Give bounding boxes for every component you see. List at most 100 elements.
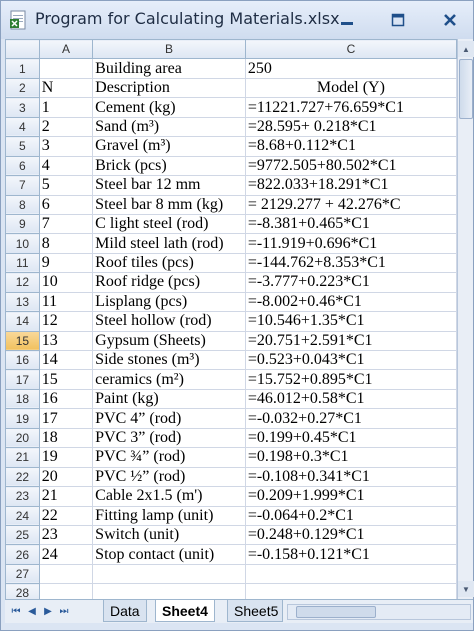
row-header[interactable]: 23 — [5, 486, 40, 507]
cell-a[interactable]: 4 — [38, 155, 94, 177]
cell-a[interactable]: 9 — [38, 252, 94, 274]
row-header[interactable]: 16 — [5, 349, 40, 371]
cell-a[interactable]: 24 — [38, 544, 94, 565]
row-header[interactable]: 6 — [5, 155, 40, 177]
cell-b[interactable]: Roof tiles (pcs) — [92, 252, 246, 274]
maximize-button[interactable] — [385, 11, 411, 29]
row-header[interactable]: 7 — [5, 175, 40, 196]
cell-a[interactable]: 20 — [38, 466, 94, 488]
cell-a[interactable]: 19 — [38, 447, 94, 468]
row-header[interactable]: 18 — [5, 388, 40, 410]
row-header[interactable]: 2 — [5, 77, 40, 99]
cell-a[interactable]: 14 — [38, 349, 94, 371]
cell-c[interactable] — [244, 563, 457, 585]
cell-b[interactable] — [92, 563, 246, 585]
row-header[interactable]: 12 — [5, 272, 40, 293]
cell-b[interactable]: Gravel (m³) — [92, 136, 246, 157]
minimize-button[interactable] — [334, 11, 360, 29]
column-header-c[interactable]: C — [244, 39, 457, 60]
row-header[interactable]: 3 — [5, 97, 40, 118]
cell-b[interactable]: Steel bar 12 mm — [92, 175, 246, 196]
cell-b[interactable]: Switch (unit) — [92, 524, 246, 546]
row-header[interactable]: 8 — [5, 194, 40, 215]
cell-b[interactable]: Mild steel lath (rod) — [92, 233, 246, 254]
cell-a[interactable] — [38, 583, 94, 599]
row-header[interactable]: 25 — [5, 524, 40, 546]
cell-b[interactable]: Paint (kg) — [92, 388, 246, 410]
cell-c[interactable]: =-8.381+0.465*C1 — [244, 213, 457, 235]
cell-a[interactable]: 21 — [38, 486, 94, 507]
cell-b[interactable]: C light steel (rod) — [92, 213, 246, 235]
cell-c[interactable]: Model (Y) — [244, 77, 457, 99]
row-header[interactable]: 21 — [5, 447, 40, 468]
row-header[interactable]: 28 — [5, 583, 40, 599]
vertical-scroll-thumb[interactable] — [459, 59, 473, 119]
cell-c[interactable]: =0.248+0.129*C1 — [244, 524, 457, 546]
row-header[interactable]: 20 — [5, 427, 40, 449]
cell-b[interactable]: Cable 2x1.5 (m') — [92, 486, 246, 507]
cell-b[interactable]: Gypsum (Sheets) — [92, 330, 246, 352]
row-header[interactable]: 11 — [5, 252, 40, 274]
spreadsheet-grid[interactable]: A B C 1 Building area 250 2 N Description Mode… — [5, 39, 457, 599]
cell-b[interactable]: Stop contact (unit) — [92, 544, 246, 565]
first-sheet-icon[interactable]: ⏮ — [9, 604, 23, 618]
tab-sheet5[interactable]: Sheet5 — [227, 600, 283, 622]
cell-c[interactable]: =0.523+0.043*C1 — [244, 349, 457, 371]
horizontal-scroll-thumb[interactable] — [296, 606, 376, 618]
column-header-a[interactable]: A — [38, 39, 94, 60]
cell-b[interactable]: Sand (m³) — [92, 116, 246, 138]
row-header[interactable]: 13 — [5, 291, 40, 313]
cell-c[interactable]: =0.199+0.45*C1 — [244, 427, 457, 449]
cell-a[interactable] — [38, 563, 94, 585]
cell-c[interactable]: =-0.158+0.121*C1 — [244, 544, 457, 565]
cell-c[interactable]: =-8.002+0.46*C1 — [244, 291, 457, 313]
cell-a[interactable] — [38, 58, 94, 79]
scroll-down-icon[interactable]: ▼ — [458, 581, 474, 597]
cell-a[interactable]: 6 — [38, 194, 94, 215]
cell-a[interactable]: 16 — [38, 388, 94, 410]
cell-b[interactable]: PVC 3” (rod) — [92, 427, 246, 449]
column-header-b[interactable]: B — [92, 39, 246, 60]
cell-b[interactable]: Steel bar 8 mm (kg) — [92, 194, 246, 215]
cell-b[interactable] — [92, 583, 246, 599]
cell-c[interactable]: =10.546+1.35*C1 — [244, 311, 457, 332]
cell-b[interactable]: Lisplang (pcs) — [92, 291, 246, 313]
cell-a[interactable]: 11 — [38, 291, 94, 313]
close-button[interactable] — [437, 11, 463, 29]
cell-c[interactable]: =-11.919+0.696*C1 — [244, 233, 457, 254]
cell-b[interactable]: Building area — [92, 58, 246, 79]
cell-c[interactable]: =46.012+0.58*C1 — [244, 388, 457, 410]
row-header[interactable]: 26 — [5, 544, 40, 565]
prev-sheet-icon[interactable]: ◀ — [25, 604, 39, 618]
row-header[interactable]: 14 — [5, 311, 40, 332]
cell-a[interactable]: 12 — [38, 311, 94, 332]
row-header[interactable]: 4 — [5, 116, 40, 138]
row-header[interactable]: 1 — [5, 58, 40, 79]
cell-c[interactable]: =822.033+18.291*C1 — [244, 175, 457, 196]
cell-c[interactable]: =20.751+2.591*C1 — [244, 330, 457, 352]
cell-a[interactable]: 7 — [38, 213, 94, 235]
cell-c[interactable]: =-0.064+0.2*C1 — [244, 505, 457, 526]
cell-a[interactable]: 23 — [38, 524, 94, 546]
cell-b[interactable]: PVC 4” (rod) — [92, 408, 246, 429]
row-header[interactable]: 27 — [5, 563, 40, 585]
cell-c[interactable]: = 2129.277 + 42.276*C — [244, 194, 457, 215]
cell-c[interactable]: =-0.108+0.341*C1 — [244, 466, 457, 488]
next-sheet-icon[interactable]: ▶ — [41, 604, 55, 618]
cell-a[interactable]: 18 — [38, 427, 94, 449]
cell-b[interactable]: Fitting lamp (unit) — [92, 505, 246, 526]
cell-a[interactable]: 1 — [38, 97, 94, 118]
cell-c[interactable]: =9772.505+80.502*C1 — [244, 155, 457, 177]
row-header[interactable]: 24 — [5, 505, 40, 526]
cell-b[interactable]: Side stones (m³) — [92, 349, 246, 371]
cell-c[interactable]: =28.595+ 0.218*C1 — [244, 116, 457, 138]
cell-c[interactable]: =11221.727+76.659*C1 — [244, 97, 457, 118]
row-header[interactable]: 17 — [5, 369, 40, 390]
cell-a[interactable]: 3 — [38, 136, 94, 157]
cell-c[interactable]: =-3.777+0.223*C1 — [244, 272, 457, 293]
cell-b[interactable]: Steel hollow (rod) — [92, 311, 246, 332]
row-header[interactable]: 22 — [5, 466, 40, 488]
row-header[interactable]: 19 — [5, 408, 40, 429]
cell-a[interactable]: N — [38, 77, 94, 99]
cell-a[interactable]: 5 — [38, 175, 94, 196]
